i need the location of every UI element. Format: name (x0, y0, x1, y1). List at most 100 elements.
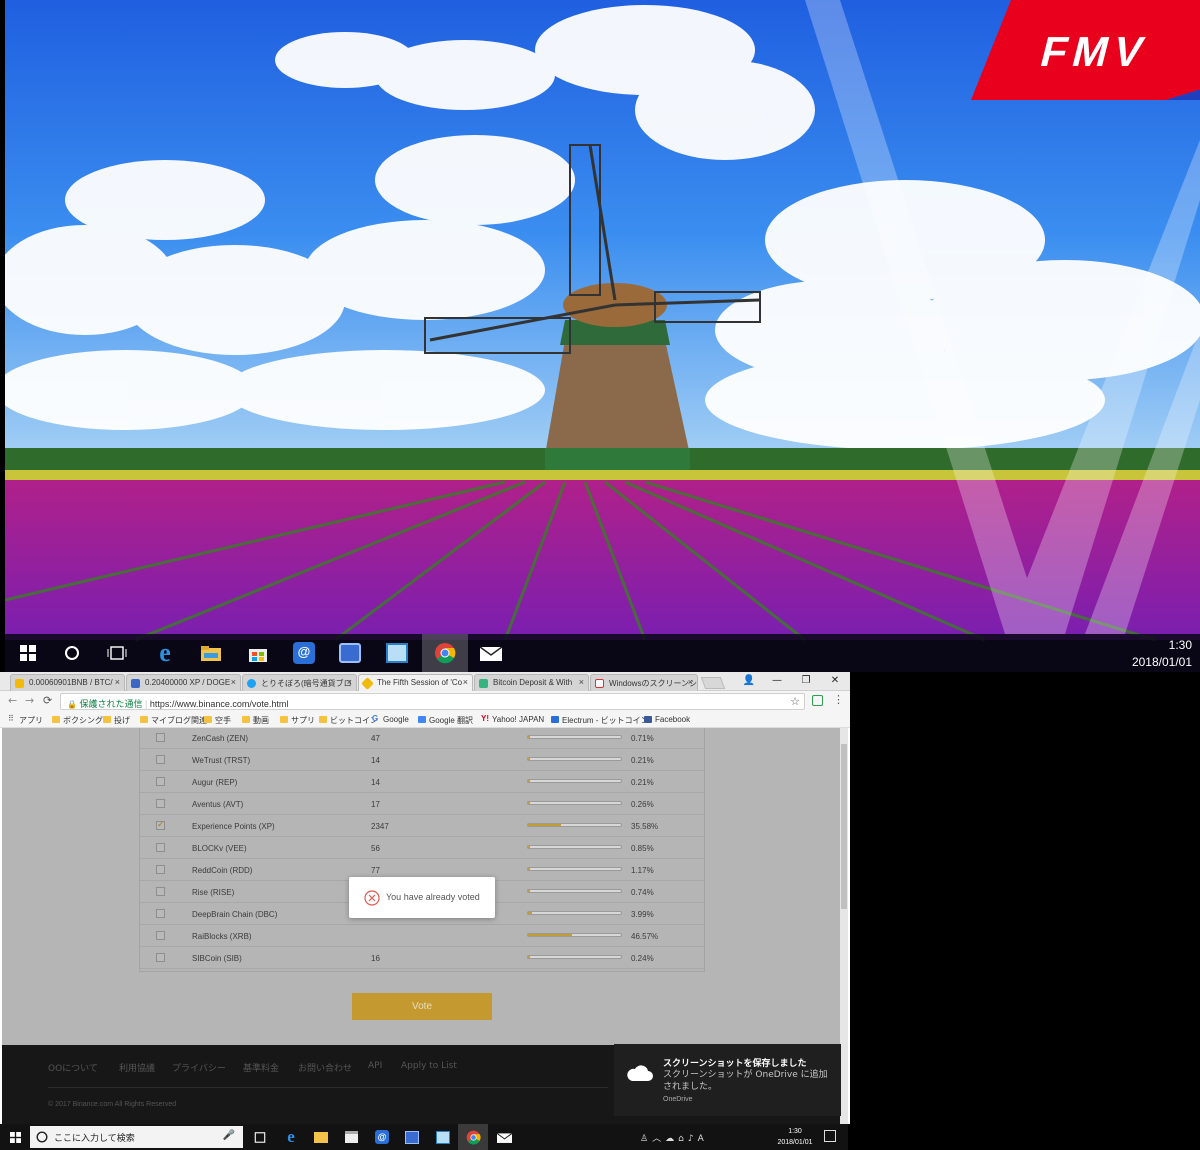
mail-icon[interactable] (489, 1124, 519, 1150)
footer-link-fees[interactable]: 基準料金 (243, 1061, 279, 1074)
action-center-icon[interactable] (824, 1130, 836, 1142)
close-tab-icon[interactable]: × (231, 677, 236, 687)
onedrive-icon[interactable]: ☁ (665, 1134, 678, 1144)
vote-checkbox[interactable] (156, 843, 165, 852)
system-tray[interactable]: ♙︿☁⌂♪A (640, 1131, 708, 1144)
minimize-button[interactable]: — (763, 673, 791, 689)
footer-link-api[interactable]: API (368, 1061, 382, 1071)
tab-blog[interactable]: とりそぼろ(暗号通貨ブロ × (242, 674, 357, 691)
vote-checkbox[interactable] (156, 865, 165, 874)
vote-checkbox[interactable] (156, 733, 165, 742)
file-explorer-icon[interactable] (188, 634, 234, 672)
vote-row[interactable]: Aventus (AVT) 17 0.26% (140, 793, 704, 815)
vote-row[interactable]: SIBCoin (SIB) 16 0.24% (140, 947, 704, 969)
edge-icon[interactable]: e (142, 634, 188, 672)
control-panel-icon[interactable] (397, 1124, 427, 1150)
vote-checkbox[interactable] (156, 755, 165, 764)
taskbar-search-input[interactable]: ここに入力して検索 🎤 (30, 1126, 243, 1148)
footer-link-privacy[interactable]: プライバシー (172, 1061, 226, 1074)
tab-bitcoin-deposit[interactable]: Bitcoin Deposit & With × (474, 674, 589, 691)
vote-checkbox[interactable] (156, 931, 165, 940)
bookmark-electrum[interactable]: Electrum - ビットコイン (551, 715, 649, 726)
chrome-icon[interactable] (458, 1124, 488, 1150)
scrollbar-thumb[interactable] (841, 744, 847, 909)
store-icon[interactable] (336, 1124, 366, 1150)
vote-checkbox[interactable] (156, 799, 165, 808)
footer-link-contact[interactable]: お問い合わせ (298, 1061, 352, 1074)
address-bar[interactable]: 🔒 保護された通信 | https://www.binance.com/vote… (60, 693, 805, 710)
vote-row[interactable]: BLOCKv (VEE) 56 0.85% (140, 837, 704, 859)
tab-binance-vote[interactable]: The Fifth Session of 'Co × (358, 674, 473, 691)
extension-icon[interactable] (812, 695, 823, 706)
bookmark-bitcoin[interactable]: ビットコイン (319, 715, 378, 726)
system-clock[interactable]: 1:30 2018/01/01 (772, 1126, 818, 1148)
window-app-icon[interactable] (374, 634, 420, 672)
task-view-icon[interactable] (94, 634, 140, 672)
microphone-icon[interactable]: 🎤 (223, 1130, 235, 1141)
forward-button[interactable]: → (25, 694, 34, 707)
footer-link-terms[interactable]: 利用協議 (119, 1061, 155, 1074)
page-scrollbar[interactable] (840, 728, 848, 1124)
bookmark-myblog[interactable]: マイブログ関連 (140, 715, 207, 726)
tab-bnb-btc[interactable]: 0.00060901BNB / BTC/ × (10, 674, 125, 691)
cortana-icon[interactable] (49, 634, 95, 672)
close-tab-icon[interactable]: × (463, 677, 468, 687)
at-menu-icon[interactable]: @ (281, 634, 327, 672)
vote-checkbox[interactable] (156, 777, 165, 786)
start-icon[interactable] (5, 634, 51, 672)
vote-row[interactable]: WeTrust (TRST) 14 0.21% (140, 749, 704, 771)
bookmark-google-translate[interactable]: Google 翻訳 (418, 715, 473, 726)
close-tab-icon[interactable]: × (579, 677, 584, 687)
vote-button[interactable]: Vote (352, 993, 492, 1020)
close-tab-icon[interactable]: × (115, 677, 120, 687)
vote-row[interactable]: ZenCash (ZEN) 47 0.71% (140, 728, 704, 749)
close-window-button[interactable]: ✕ (821, 673, 849, 689)
footer-link-about[interactable]: OOについて (48, 1061, 98, 1074)
start-icon[interactable] (0, 1124, 30, 1150)
close-tab-icon[interactable]: × (688, 677, 693, 687)
reload-button[interactable]: ⟳ (43, 694, 52, 707)
file-explorer-icon[interactable] (306, 1124, 336, 1150)
chrome-icon[interactable] (422, 634, 468, 672)
control-panel-icon[interactable] (327, 634, 373, 672)
task-view-icon[interactable] (245, 1124, 275, 1150)
volume-icon[interactable]: ♪ (688, 1134, 698, 1144)
at-menu-icon[interactable]: @ (367, 1124, 397, 1150)
chrome-menu-icon[interactable]: ⋮ (833, 693, 844, 706)
footer-link-apply-to-list[interactable]: Apply to List (401, 1061, 457, 1071)
store-icon[interactable] (235, 634, 281, 672)
restore-button[interactable]: ❐ (792, 673, 820, 689)
profile-icon[interactable]: 👤 (735, 673, 763, 689)
bookmark-yahoo[interactable]: Y! Yahoo! JAPAN (481, 714, 544, 724)
tab-windows-screenshot[interactable]: Windowsのスクリーンショ × (590, 674, 698, 691)
vote-checkbox[interactable] (156, 819, 165, 830)
close-tab-icon[interactable]: × (347, 677, 352, 687)
bookmark-supplements[interactable]: サプリ (280, 715, 315, 726)
vote-row[interactable]: RaiBlocks (XRB) 46.57% (140, 925, 704, 947)
back-button[interactable]: ← (8, 694, 17, 707)
ime-icon[interactable]: A (698, 1134, 708, 1144)
vote-checkbox[interactable] (156, 953, 165, 962)
bookmark-throws[interactable]: 投げ (103, 715, 130, 726)
vote-checkbox[interactable] (156, 887, 165, 896)
bookmark-karate[interactable]: 空手 (204, 715, 231, 726)
system-clock[interactable]: 1:30 2018/01/01 (1132, 637, 1192, 671)
bookmark-google[interactable]: G Google (372, 714, 409, 724)
window-app-icon[interactable] (428, 1124, 458, 1150)
screenshot-notification[interactable]: スクリーンショットを保存しました スクリーンショットが OneDrive に追加… (614, 1044, 841, 1116)
bookmark-videos[interactable]: 動画 (242, 715, 269, 726)
mail-icon[interactable] (468, 634, 514, 672)
chevron-up-icon[interactable]: ︿ (652, 1134, 665, 1144)
edge-icon[interactable]: e (276, 1124, 306, 1150)
network-icon[interactable]: ⌂ (678, 1134, 688, 1144)
bookmark-star-icon[interactable]: ☆ (790, 695, 800, 708)
people-icon[interactable]: ♙ (640, 1134, 652, 1144)
bookmark-apps[interactable]: ⠿ アプリ (8, 714, 43, 726)
tab-xp-doge[interactable]: 0.20400000 XP / DOGE × (126, 674, 241, 691)
vote-row[interactable]: Experience Points (XP) 2347 35.58% (140, 815, 704, 837)
vote-checkbox[interactable] (156, 909, 165, 918)
vote-row[interactable]: Augur (REP) 14 0.21% (140, 771, 704, 793)
bookmark-facebook[interactable]: Facebook (644, 715, 690, 724)
new-tab-button[interactable] (700, 677, 726, 689)
bookmark-boxing[interactable]: ボクシング (52, 715, 103, 726)
